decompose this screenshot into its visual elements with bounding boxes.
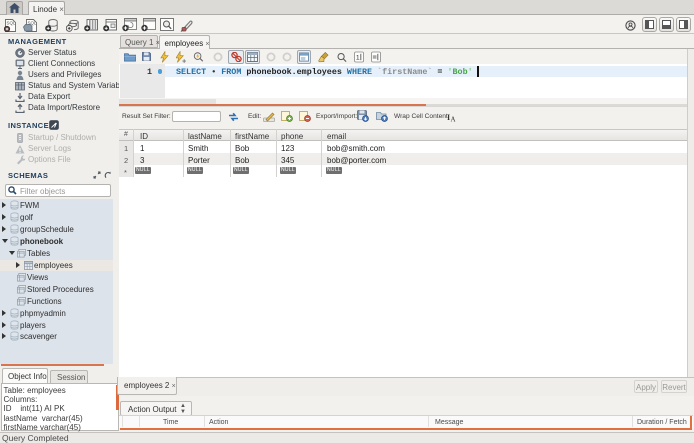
svg-text:A: A <box>451 116 456 123</box>
svg-text:SQL: SQL <box>7 21 17 26</box>
svg-text:1: 1 <box>356 54 360 61</box>
